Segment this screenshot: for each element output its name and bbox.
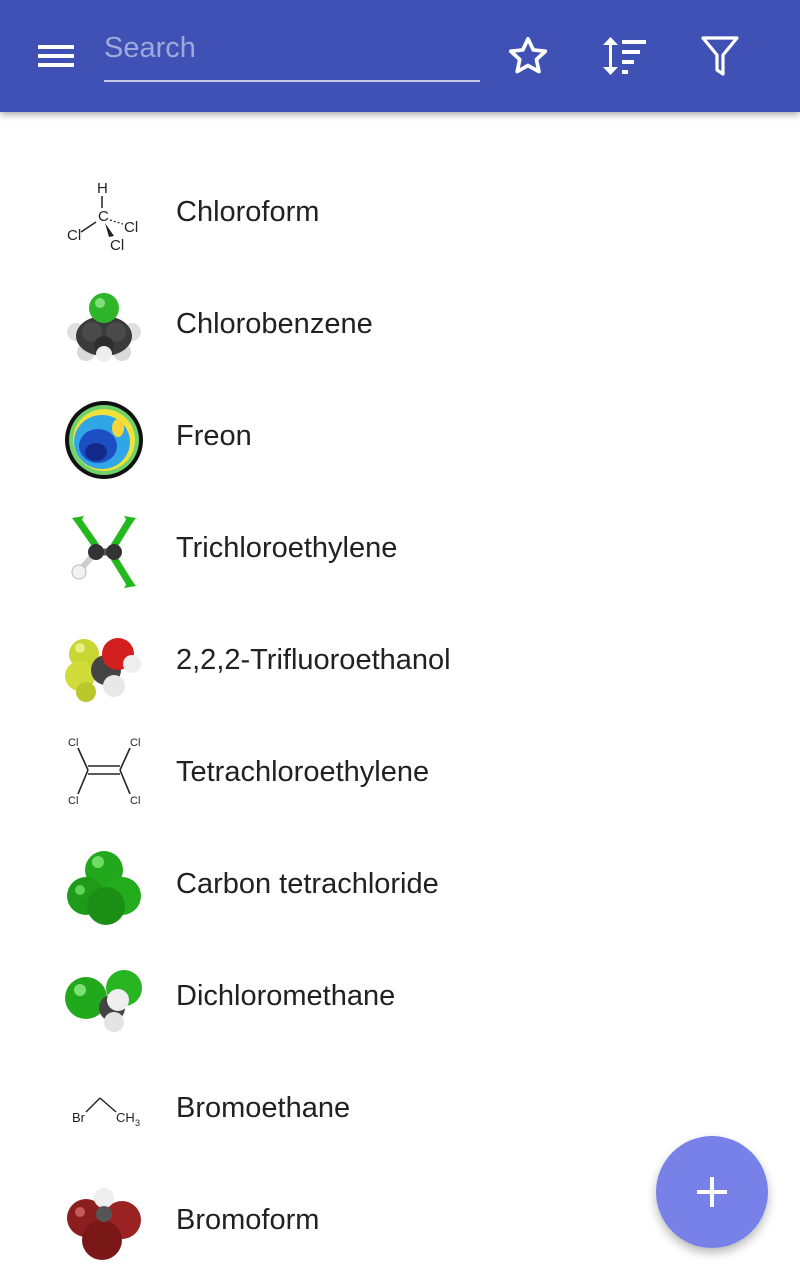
add-button[interactable]	[656, 1136, 768, 1248]
search-input[interactable]	[104, 22, 480, 74]
trifluoroethanol-molecule-icon	[62, 624, 146, 704]
svg-text:Cl: Cl	[67, 227, 81, 244]
trichloroethylene-molecule-icon	[62, 512, 146, 592]
svg-text:Br: Br	[72, 1110, 86, 1125]
list-item-label: Chloroform	[176, 196, 320, 228]
svg-text:C: C	[98, 208, 109, 225]
sort-button[interactable]	[596, 30, 652, 82]
list-item-label: Bromoform	[176, 1204, 320, 1236]
svg-text:3: 3	[135, 1118, 140, 1128]
list-item[interactable]: Carbon tetrachloride	[0, 832, 800, 944]
ozone-hole-icon	[62, 400, 146, 480]
menu-icon	[38, 45, 74, 67]
list-item-label: Freon	[176, 420, 252, 452]
list-item[interactable]: Freon	[0, 384, 800, 496]
svg-text:Cl: Cl	[130, 737, 140, 749]
dichloromethane-molecule-icon	[62, 960, 146, 1040]
svg-text:CH: CH	[116, 1110, 135, 1125]
bromoform-molecule-icon	[62, 1184, 146, 1264]
list-item-label: Chlorobenzene	[176, 308, 373, 340]
svg-text:Cl: Cl	[68, 737, 78, 749]
search-field	[104, 22, 480, 82]
svg-text:Cl: Cl	[124, 219, 138, 236]
list-item[interactable]: Dichloromethane	[0, 944, 800, 1056]
svg-text:Cl: Cl	[110, 237, 124, 254]
list-item-label: Dichloromethane	[176, 980, 396, 1012]
app-bar	[0, 0, 800, 112]
list-item[interactable]: Cl Cl Cl Cl Tetrachloroethylene	[0, 720, 800, 832]
list-item[interactable]: Chlorobenzene	[0, 272, 800, 384]
list-item-label: Tetrachloroethylene	[176, 756, 430, 788]
filter-button[interactable]	[692, 30, 748, 82]
svg-text:H: H	[97, 180, 108, 197]
bromoethane-structure-icon: Br CH 3	[62, 1072, 146, 1152]
chloroform-structure-icon: H C Cl Cl Cl	[62, 176, 146, 256]
tetrachloroethylene-structure-icon: Cl Cl Cl Cl	[62, 736, 146, 816]
list-item-label: Bromoethane	[176, 1092, 351, 1124]
list-item-label: Trichloroethylene	[176, 532, 398, 564]
list-item[interactable]: H C Cl Cl Cl Chloroform	[0, 160, 800, 272]
favorites-button[interactable]	[500, 30, 556, 82]
carbon-tetrachloride-molecule-icon	[62, 848, 146, 928]
list-item[interactable]: Trichloroethylene	[0, 496, 800, 608]
chlorobenzene-molecule-icon	[62, 288, 146, 368]
list-item-label: 2,2,2-Trifluoroethanol	[176, 644, 451, 676]
list-item[interactable]: 2,2,2-Trifluoroethanol	[0, 608, 800, 720]
sort-icon	[603, 37, 646, 75]
plus-icon	[697, 1177, 727, 1207]
star-icon	[508, 36, 548, 74]
list-item-label: Carbon tetrachloride	[176, 868, 439, 900]
compound-list: H C Cl Cl Cl Chloroform Chlorobenzene Fr…	[0, 160, 800, 1280]
svg-text:Cl: Cl	[68, 795, 78, 807]
svg-text:Cl: Cl	[130, 795, 140, 807]
filter-icon	[701, 36, 739, 76]
menu-button[interactable]	[24, 30, 88, 82]
